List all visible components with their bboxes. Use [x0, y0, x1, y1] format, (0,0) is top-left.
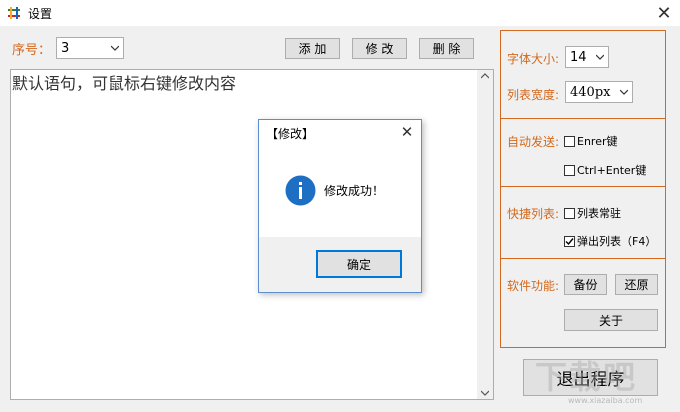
window-title: 设置: [28, 7, 53, 21]
delete-button[interactable]: 删 除: [419, 38, 474, 59]
checkbox-box[interactable]: [564, 235, 575, 247]
sequence-value: 3: [61, 40, 70, 56]
ctrl-enter-checkbox[interactable]: Ctrl+Enter键: [564, 162, 646, 178]
enter-key-checkbox[interactable]: Enrer键: [564, 133, 618, 149]
popup-list-label: 弹出列表（F4）: [577, 235, 657, 248]
restore-button[interactable]: 还原: [615, 274, 658, 295]
software-label: 软件功能:: [507, 279, 560, 293]
list-width-value: 440px: [570, 84, 611, 100]
font-size-label: 字体大小:: [507, 52, 560, 66]
watermark-logo: 下载吧: [535, 358, 638, 396]
list-pinned-label: 列表常驻: [577, 207, 621, 220]
list-pinned-checkbox[interactable]: 列表常驻: [564, 205, 621, 221]
watermark-url: www.xiazaiba.com: [568, 396, 643, 405]
check-icon: [565, 237, 574, 245]
divider: [501, 186, 665, 187]
quick-list-label: 快捷列表:: [507, 207, 560, 221]
content-text: 默认语句，可鼠标右键修改内容: [12, 74, 237, 93]
chevron-down-icon: [620, 89, 628, 95]
backup-button[interactable]: 备份: [564, 274, 607, 295]
app-grid-icon: [7, 6, 21, 20]
ok-button[interactable]: 确定: [316, 250, 402, 278]
checkbox-box[interactable]: [564, 207, 575, 219]
dialog-title: 【修改】: [266, 127, 315, 141]
info-icon: [285, 175, 316, 206]
font-size-value: 14: [570, 49, 587, 65]
scroll-down-icon[interactable]: [481, 390, 489, 396]
close-icon[interactable]: ✕: [652, 2, 676, 24]
checkbox-box[interactable]: [564, 164, 575, 176]
list-width-select[interactable]: 440px: [565, 81, 633, 103]
divider: [501, 118, 665, 119]
popup-list-checkbox[interactable]: 弹出列表（F4）: [564, 233, 656, 249]
sequence-label: 序号：: [12, 43, 52, 58]
edit-button[interactable]: 修 改: [352, 38, 407, 59]
list-width-label: 列表宽度:: [507, 88, 560, 102]
font-size-select[interactable]: 14: [565, 46, 609, 68]
dialog-message: 修改成功！: [324, 184, 385, 198]
chevron-down-icon: [596, 54, 604, 60]
scroll-up-icon[interactable]: [481, 73, 489, 79]
about-button[interactable]: 关于: [564, 309, 658, 331]
vertical-scrollbar[interactable]: [477, 70, 493, 399]
divider: [501, 258, 665, 259]
checkbox-box[interactable]: [564, 135, 575, 147]
chevron-down-icon: [111, 45, 119, 51]
enter-key-label: Enrer键: [577, 135, 618, 148]
auto-send-label: 自动发送:: [507, 135, 560, 149]
title-bar: [0, 0, 680, 26]
sequence-select[interactable]: 3: [56, 37, 124, 59]
add-button[interactable]: 添 加: [285, 38, 340, 59]
dialog-close-icon[interactable]: ✕: [396, 121, 418, 143]
settings-panel: [500, 30, 666, 348]
ctrl-enter-label: Ctrl+Enter键: [577, 164, 647, 177]
